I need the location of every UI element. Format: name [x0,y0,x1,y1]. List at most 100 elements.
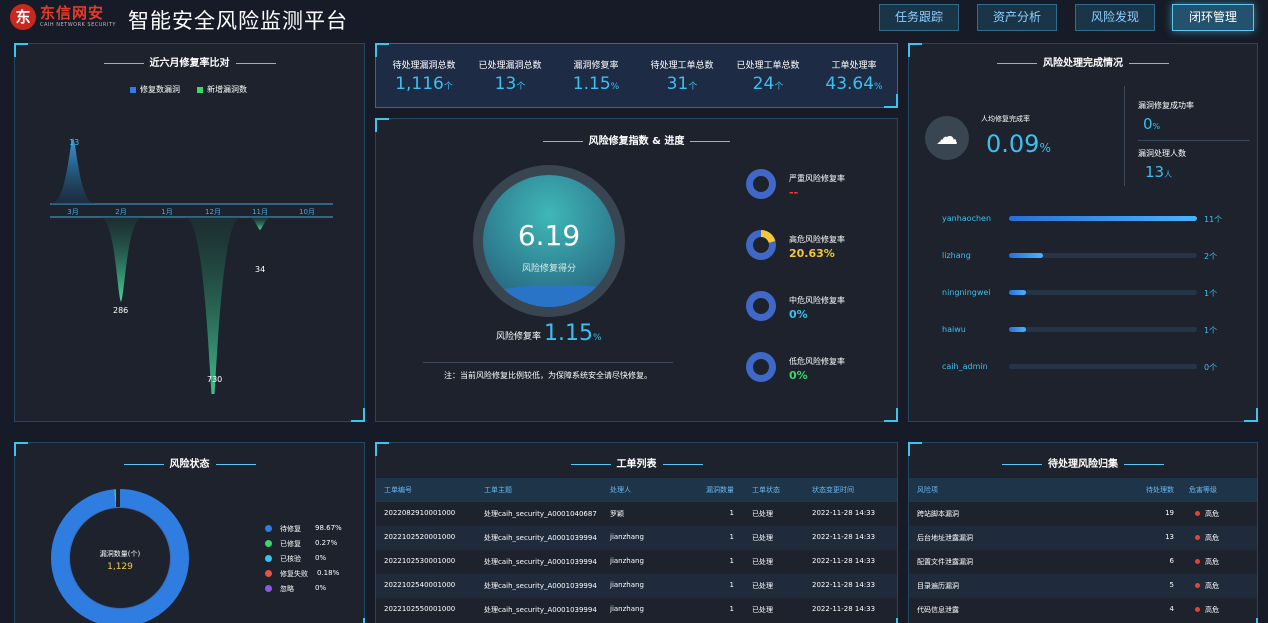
level-ring-1 [746,230,776,260]
level-label-1: 高危风险修复率 [789,235,845,244]
stat-unit: 个 [774,82,784,92]
pending-level: 高危 [1205,606,1219,614]
pending-panel: 待处理风险归集 风险项 待处理数 危害等级 跨站脚本漏洞 19 高危 后台地址泄露漏洞 13 高… [908,442,1258,623]
wo-cell: 已处理 [752,510,773,518]
area-up-3m [50,138,96,204]
level-value-0: -- [789,186,799,199]
legend-fixed: 修复数漏洞 [130,84,180,95]
stat-unit: 个 [443,82,453,92]
month-tick-3: 12月 [205,208,221,216]
wo-cell: 1 [729,581,734,589]
pending-count: 4 [1169,605,1174,613]
wo-cell: 1 [729,533,734,541]
panel-title: 工单列表 [376,455,897,470]
level-ring-2 [746,291,776,321]
person-name-2: ningningwei [942,288,991,297]
wo-cell: 处理caih_security_A0001039994 [484,582,597,590]
wo-cell: jianzhang [610,605,644,613]
pending-col-0: 风险项 [917,486,938,494]
nav-asset-analysis[interactable]: 资产分析 [977,4,1057,31]
avg-value: 0.09% [986,130,1051,158]
pending-name: 跨站脚本漏洞 [917,510,959,518]
repair-compare-chart: 3月 2月 1月 12月 11月 10月 [50,138,333,394]
person-count-0: 11个 [1204,215,1223,224]
stat-label: 已处理漏洞总数 [478,61,542,71]
ring-hole [753,176,769,192]
value-label-34: 34 [255,265,266,274]
ring-hole [753,298,769,314]
wo-cell: 处理caih_security_A0001039994 [484,606,597,614]
nav-closed-loop[interactable]: 闭环管理 [1172,4,1254,31]
brand-logo: 东 [10,4,36,30]
wo-col-1: 工单主题 [484,486,512,494]
stat-label: 待处理漏洞总数 [392,61,456,71]
person-bar-3 [1009,327,1197,332]
stat-number: 31 [666,74,689,94]
ring-hole [753,237,769,253]
legend-dot-4 [265,585,272,592]
rate-value: 1.15% [544,321,602,346]
severity-dot [1195,535,1200,540]
level-ring-0 [746,169,776,199]
wo-cell: 2022102540001000 [384,581,456,589]
level-label-0: 严重风险修复率 [789,174,845,183]
value-label-13: 13 [69,138,80,147]
person-count-4: 0个 [1204,363,1218,372]
stat-value: 1.15% [553,74,639,94]
stat-label: 工单处理率 [831,61,877,71]
person-bar-2 [1009,290,1197,295]
wo-cell: 已处理 [752,582,773,590]
donut-center-label: 漏洞数量(个) [99,550,141,558]
wo-cell: 处理caih_security_A0001039994 [484,558,597,566]
pending-level: 高危 [1205,534,1219,542]
wo-cell: 已处理 [752,606,773,614]
legend-label-1: 已修复 [280,540,301,548]
risk-note: 注：当前风险修复比例较低，为保障系统安全请尽快修复。 [444,371,652,380]
stat-value: 43.64% [811,74,897,94]
level-value-3: 0% [789,369,808,382]
score-value: 6.19 [517,219,581,252]
stat-number: 24 [752,74,775,94]
wo-cell: 2022-11-28 14:33 [812,509,876,517]
value-label-286: 286 [113,306,129,315]
divider [423,362,673,363]
pending-level: 高危 [1205,558,1219,566]
person-name-1: lizhang [942,251,971,260]
donut-center-value: 1,129 [107,562,133,572]
pending-count: 5 [1169,581,1174,589]
wo-cell: 2022-11-28 14:33 [812,557,876,565]
legend-dot-3 [265,570,272,577]
area-dn-11m [247,217,273,230]
brand-name: 东信网安 [40,4,105,22]
ring-hole [753,359,769,375]
wo-col-5: 状态变更时间 [812,486,854,494]
person-bar-fill-0 [1009,216,1197,221]
workorder-panel: 工单列表 工单编号 工单主题 处理人 漏洞数量 工单状态 状态变更时间 2022082910… [375,442,898,623]
wo-cell: 2022102550001000 [384,605,456,613]
pending-level: 高危 [1205,582,1219,590]
stat-number: 1.15 [572,74,611,94]
wo-cell: jianzhang [610,581,644,589]
handlers-label: 漏洞处理人数 [1138,149,1186,158]
wo-cell: 罗颖 [610,510,624,518]
pending-name: 配置文件泄露漏洞 [917,558,973,566]
completion-panel: 风险处理完成情况 ☁ 人均修复完成率 0.09% 漏洞修复成功率 0% 漏洞处理… [908,43,1258,422]
month-tick-1: 2月 [115,208,126,216]
stat-label: 漏洞修复率 [573,61,619,71]
nav-task-tracking[interactable]: 任务跟踪 [879,4,959,31]
stat-unit: % [610,82,620,92]
person-count-2: 1个 [1204,289,1218,298]
month-tick-4: 11月 [252,208,268,216]
pending-name: 代码信息泄露 [917,606,959,614]
repair-compare-panel: 近六月修复率比对 修复数漏洞 新增漏洞数 3月 2月 1月 12月 11月 10月 13 … [14,43,365,422]
person-bar-fill-1 [1009,253,1043,258]
app-title: 智能安全风险监测平台 [128,9,348,33]
person-count-3: 1个 [1204,326,1218,335]
stat-number: 43.64 [825,74,875,94]
divider-v [1124,86,1125,186]
nav-risk-discovery[interactable]: 风险发现 [1075,4,1155,31]
wo-cell: 2022082910001000 [384,509,456,517]
legend-new: 新增漏洞数 [197,84,247,95]
wo-cell: 已处理 [752,534,773,542]
risk-index-panel: 风险修复指数 & 进度 6.19 风险修复得分 风险修复率 1.15% 注：当前… [375,118,898,422]
